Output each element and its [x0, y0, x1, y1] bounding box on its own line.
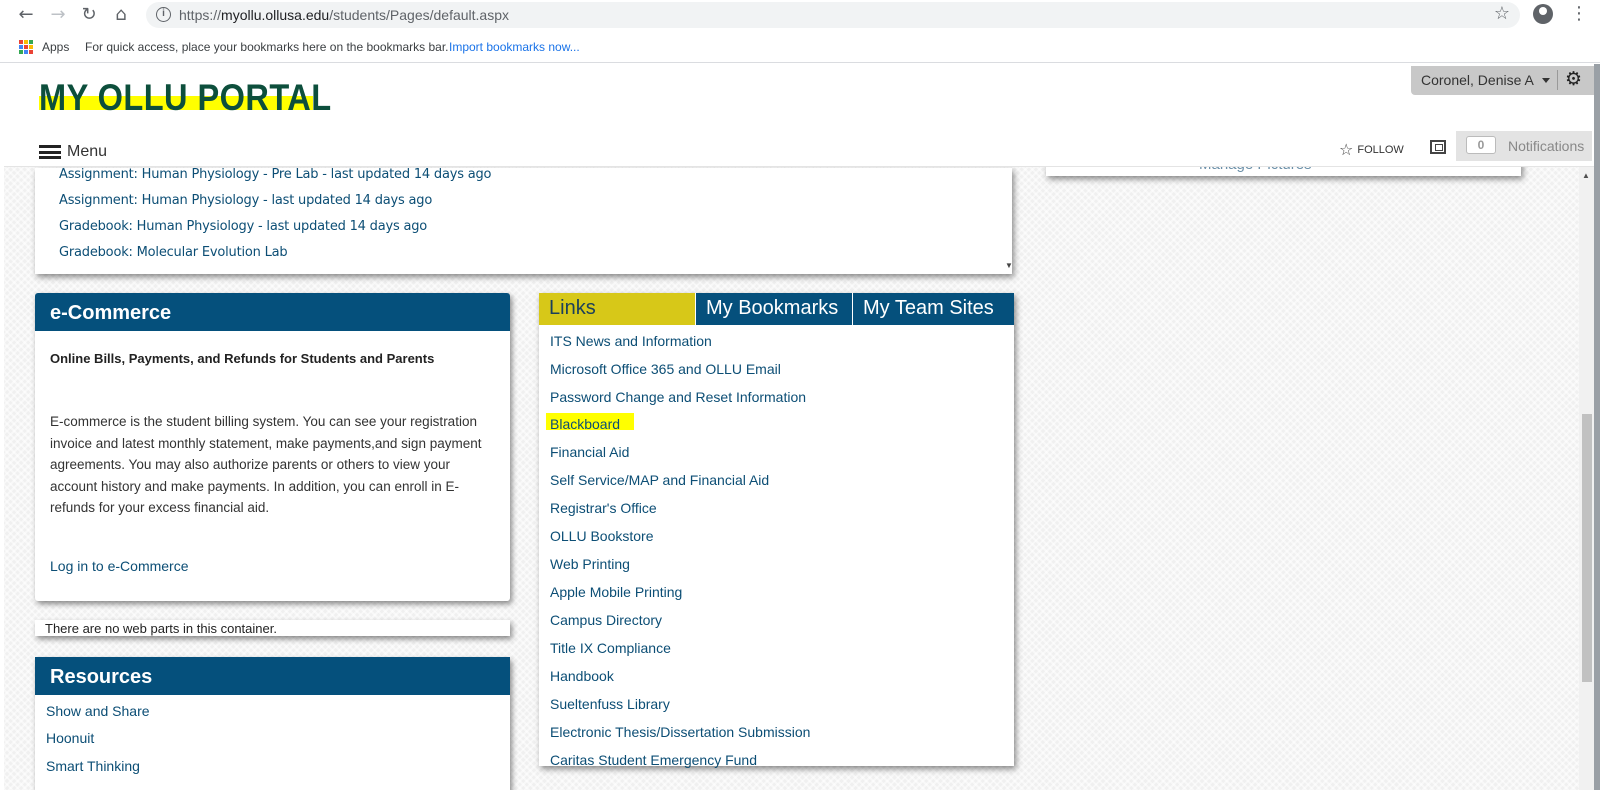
- account-icon[interactable]: [1533, 4, 1553, 24]
- resource-link[interactable]: Hoonuit: [46, 730, 94, 746]
- link-handbook[interactable]: Handbook: [550, 668, 614, 684]
- page-scrollbar[interactable]: ▲: [1579, 167, 1594, 790]
- star-icon[interactable]: ☆: [1339, 140, 1353, 159]
- notifications-label: Notifications: [1508, 138, 1585, 154]
- activity-item[interactable]: Gradebook: Molecular Evolution Lab: [59, 245, 288, 260]
- link-apple-printing[interactable]: Apple Mobile Printing: [550, 584, 682, 600]
- link-its-news[interactable]: ITS News and Information: [550, 333, 712, 349]
- link-campus-directory[interactable]: Campus Directory: [550, 612, 662, 628]
- link-blackboard[interactable]: Blackboard: [550, 416, 620, 432]
- activity-item[interactable]: Assignment: Human Physiology - last upda…: [59, 193, 432, 208]
- back-arrow-icon[interactable]: ←: [15, 4, 37, 26]
- ecommerce-panel: e-Commerce Online Bills, Payments, and R…: [35, 293, 510, 601]
- link-registrar[interactable]: Registrar's Office: [550, 500, 657, 516]
- bookmarks-bar: Apps For quick access, place your bookma…: [0, 31, 1600, 63]
- apps-grid-icon[interactable]: [19, 40, 33, 54]
- apps-link[interactable]: Apps: [42, 40, 69, 54]
- links-panel: Links My Bookmarks My Team Sites ITS New…: [539, 293, 1014, 768]
- link-caritas[interactable]: Caritas Student Emergency Fund: [550, 752, 757, 768]
- home-icon[interactable]: ⌂: [110, 4, 132, 26]
- resource-link[interactable]: Show and Share: [46, 703, 150, 719]
- portal-header: MY OLLU PORTAL Coronel, Denise A ⚙ Menu …: [4, 64, 1594, 167]
- user-menu[interactable]: Coronel, Denise A ⚙: [1411, 66, 1594, 95]
- activity-item[interactable]: Assignment: Human Physiology - Pre Lab -…: [59, 167, 491, 182]
- bookmark-star-icon[interactable]: ☆: [1494, 3, 1510, 24]
- menu-label[interactable]: Menu: [67, 143, 107, 161]
- bookmarks-hint: For quick access, place your bookmarks h…: [85, 40, 449, 54]
- link-thesis[interactable]: Electronic Thesis/Dissertation Submissio…: [550, 724, 810, 740]
- user-name[interactable]: Coronel, Denise A: [1421, 72, 1534, 88]
- forward-arrow-icon[interactable]: →: [47, 4, 69, 26]
- gear-icon[interactable]: ⚙: [1565, 68, 1582, 90]
- link-financial-aid[interactable]: Financial Aid: [550, 444, 629, 460]
- scrollbar-thumb[interactable]: [1582, 414, 1592, 682]
- ecommerce-login-link[interactable]: Log in to e-Commerce: [50, 558, 189, 574]
- tab-links[interactable]: Links: [539, 293, 695, 325]
- link-password[interactable]: Password Change and Reset Information: [550, 389, 806, 405]
- link-title-ix[interactable]: Title IX Compliance: [550, 640, 671, 656]
- ecommerce-title: e-Commerce: [35, 293, 510, 331]
- notifications-button[interactable]: 0 Notifications: [1456, 131, 1592, 161]
- portal-page: Manage Pictures Assignment: Human Physio…: [4, 64, 1594, 790]
- activity-item[interactable]: Gradebook: Human Physiology - last updat…: [59, 219, 427, 234]
- link-self-service[interactable]: Self Service/MAP and Financial Aid: [550, 472, 769, 488]
- scroll-up-icon[interactable]: ▲: [1582, 171, 1590, 180]
- empty-container-message: There are no web parts in this container…: [35, 620, 510, 636]
- link-library[interactable]: Sueltenfuss Library: [550, 696, 670, 712]
- recent-activity-panel: Assignment: Human Physiology - Pre Lab -…: [35, 167, 1012, 274]
- import-bookmarks-link[interactable]: Import bookmarks now...: [449, 40, 580, 54]
- caret-down-icon[interactable]: [1542, 78, 1550, 83]
- focus-content-icon[interactable]: [1430, 140, 1446, 154]
- tab-my-bookmarks[interactable]: My Bookmarks: [696, 293, 852, 325]
- reload-icon[interactable]: ↻: [78, 4, 100, 26]
- tab-my-team-sites[interactable]: My Team Sites: [853, 293, 1014, 325]
- follow-button[interactable]: ☆ FOLLOW: [1339, 140, 1404, 159]
- site-info-icon[interactable]: i: [156, 7, 171, 22]
- ecommerce-subtitle: Online Bills, Payments, and Refunds for …: [50, 351, 435, 366]
- panel-scroll-down-icon[interactable]: ▼: [1005, 261, 1013, 270]
- hamburger-icon[interactable]: [39, 145, 61, 159]
- window-edge: [1594, 64, 1600, 790]
- address-bar[interactable]: i https://myollu.ollusa.edu/students/Pag…: [146, 2, 1520, 28]
- resources-title: Resources: [35, 657, 510, 695]
- link-bookstore[interactable]: OLLU Bookstore: [550, 528, 654, 544]
- browser-toolbar: ← → ↻ ⌂ i https://myollu.ollusa.edu/stud…: [0, 0, 1600, 30]
- divider: [1557, 70, 1558, 90]
- notifications-count: 0: [1466, 136, 1496, 154]
- link-office365[interactable]: Microsoft Office 365 and OLLU Email: [550, 361, 781, 377]
- link-web-printing[interactable]: Web Printing: [550, 556, 630, 572]
- url-text[interactable]: https://myollu.ollusa.edu/students/Pages…: [179, 7, 509, 23]
- more-menu-icon[interactable]: ⋮: [1570, 3, 1588, 24]
- resource-link[interactable]: Smart Thinking: [46, 758, 140, 774]
- resources-panel: Resources Show and Share Hoonuit Smart T…: [35, 657, 510, 790]
- portal-logo[interactable]: MY OLLU PORTAL: [39, 77, 332, 119]
- ecommerce-description: E-commerce is the student billing system…: [50, 414, 482, 515]
